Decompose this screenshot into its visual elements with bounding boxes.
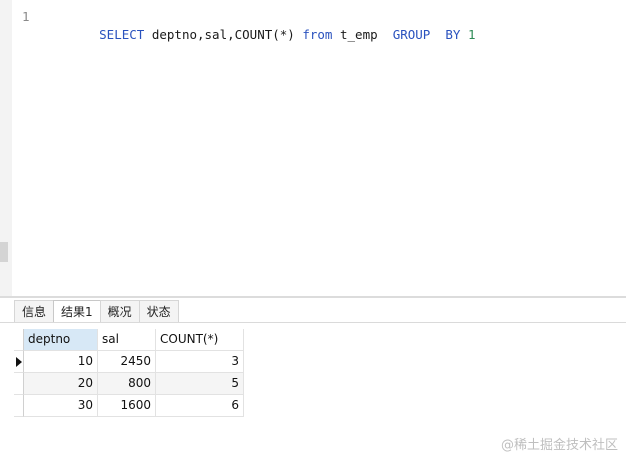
code-line[interactable]: 1 SELECT deptno,sal,COUNT(*) from t_emp … bbox=[0, 8, 476, 42]
sql-token: GROUP bbox=[392, 27, 431, 42]
cell-count[interactable]: 6 bbox=[156, 395, 244, 417]
gutter-marker bbox=[0, 242, 8, 262]
cell-sal[interactable]: 800 bbox=[98, 373, 156, 395]
header-row: deptno sal COUNT(*) bbox=[14, 329, 244, 351]
tab-divider bbox=[0, 322, 626, 323]
cell-count[interactable]: 3 bbox=[156, 351, 244, 373]
cell-sal[interactable]: 2450 bbox=[98, 351, 156, 373]
table-row[interactable]: 20 800 5 bbox=[14, 373, 244, 395]
table-row[interactable]: 10 2450 3 bbox=[14, 351, 244, 373]
watermark: @稀土掘金技术社区 bbox=[500, 438, 618, 453]
tab-status[interactable]: 状态 bbox=[138, 300, 179, 323]
sql-token: deptno,sal,COUNT(*) bbox=[144, 27, 303, 42]
column-header-count[interactable]: COUNT(*) bbox=[156, 329, 244, 351]
pane-splitter[interactable] bbox=[0, 296, 626, 298]
cell-count[interactable]: 5 bbox=[156, 373, 244, 395]
row-indicator[interactable] bbox=[14, 351, 24, 373]
row-indicator[interactable] bbox=[14, 395, 24, 417]
sql-token: SELECT bbox=[99, 27, 145, 42]
tab-info[interactable]: 信息 bbox=[14, 300, 55, 323]
table-row[interactable]: 30 1600 6 bbox=[14, 395, 244, 417]
sql-editor[interactable]: 1 SELECT deptno,sal,COUNT(*) from t_emp … bbox=[0, 0, 626, 296]
current-row-arrow-icon bbox=[16, 357, 22, 367]
sql-query[interactable]: SELECT deptno,sal,COUNT(*) from t_emp GR… bbox=[54, 8, 476, 62]
sql-token: from bbox=[302, 27, 333, 42]
row-indicator[interactable] bbox=[14, 373, 24, 395]
sql-token: t_emp bbox=[332, 27, 393, 42]
sql-token: BY bbox=[445, 27, 461, 42]
tab-profile[interactable]: 概况 bbox=[99, 300, 140, 323]
cell-deptno[interactable]: 10 bbox=[24, 351, 98, 373]
row-indicator-header bbox=[14, 329, 24, 351]
cell-deptno[interactable]: 30 bbox=[24, 395, 98, 417]
column-header-sal[interactable]: sal bbox=[98, 329, 156, 351]
cell-deptno[interactable]: 20 bbox=[24, 373, 98, 395]
line-number: 1 bbox=[22, 9, 30, 24]
tab-result1[interactable]: 结果1 bbox=[53, 300, 101, 323]
result-grid: deptno sal COUNT(*) 10 2450 3 20 800 5 3… bbox=[14, 329, 244, 417]
sql-token: 1 bbox=[467, 27, 476, 42]
cell-sal[interactable]: 1600 bbox=[98, 395, 156, 417]
result-tabs: 信息 结果1 概况 状态 bbox=[14, 300, 179, 323]
column-header-deptno[interactable]: deptno bbox=[24, 329, 98, 351]
